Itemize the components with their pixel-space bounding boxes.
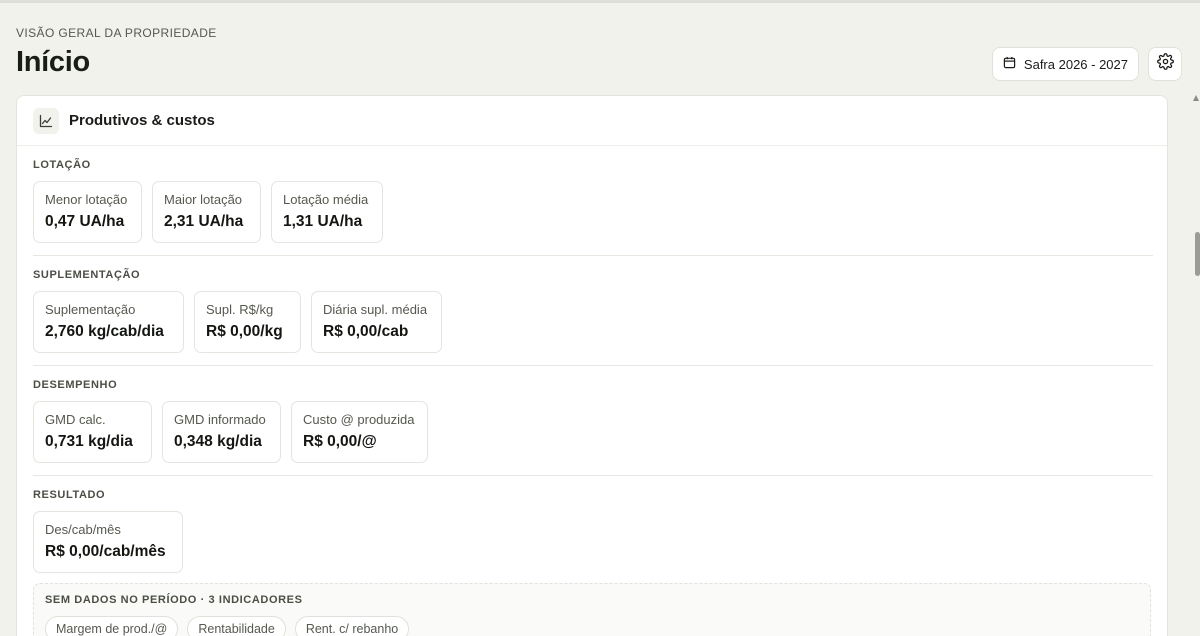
page-header: VISÃO GERAL DA PROPRIEDADE Início: [16, 26, 217, 79]
metric-value: 2,31 UA/ha: [164, 213, 244, 230]
no-data-label: SEM DADOS NO PERÍODO · 3 INDICADORES: [45, 594, 303, 606]
metric-label: GMD informado: [174, 412, 266, 427]
top-divider: [0, 0, 1200, 3]
metric-label: Suplementação: [45, 302, 136, 317]
metric-tile: Des/cab/mês R$ 0,00/cab/mês: [33, 511, 183, 573]
metric-label: Des/cab/mês: [45, 522, 121, 537]
page-scrollbar[interactable]: [1192, 95, 1200, 636]
metric-label: Lotação média: [283, 192, 369, 207]
calendar-icon: [1003, 56, 1016, 72]
productive-costs-card: Produtivos & custos LOTAÇÃO Menor lotaçã…: [16, 95, 1168, 636]
metric-value: 0,348 kg/dia: [174, 433, 262, 450]
section-label: RESULTADO: [33, 489, 106, 501]
app-window: VISÃO GERAL DA PROPRIEDADE Início Safra …: [0, 0, 1200, 636]
metric-value: R$ 0,00/@: [303, 433, 377, 450]
section-label: DESEMPENHO: [33, 379, 118, 391]
indicator-chips: Margem de prod./@ Rentabilidade Rent. c/…: [45, 616, 1139, 636]
metric-value: R$ 0,00/kg: [206, 323, 283, 340]
metric-label: Custo @ produzida: [303, 412, 415, 427]
metric-tile: Suplementação 2,760 kg/cab/dia: [33, 291, 184, 353]
metric-value: 1,31 UA/ha: [283, 213, 363, 230]
section-suplementacao: SUPLEMENTAÇÃO Suplementação 2,760 kg/cab…: [17, 256, 1167, 366]
season-selector-button[interactable]: Safra 2026 - 2027: [991, 47, 1139, 81]
card-title: Produtivos & custos: [69, 112, 215, 129]
no-data-panel: SEM DADOS NO PERÍODO · 3 INDICADORES Mar…: [33, 583, 1151, 636]
scroll-up-arrow-icon[interactable]: [1193, 95, 1199, 101]
header-actions: Safra 2026 - 2027: [991, 47, 1182, 81]
metric-tile: Diária supl. média R$ 0,00/cab: [311, 291, 442, 353]
metric-tile: Maior lotação 2,31 UA/ha: [152, 181, 261, 243]
gear-icon: [1156, 53, 1174, 75]
season-label: Safra 2026 - 2027: [1023, 56, 1128, 72]
metric-value: R$ 0,00/cab/mês: [45, 543, 166, 560]
settings-button[interactable]: [1148, 47, 1182, 81]
metric-label: Maior lotação: [164, 192, 243, 207]
scroll-thumb[interactable]: [1195, 232, 1200, 276]
page-title: Início: [16, 46, 90, 78]
section-label: LOTAÇÃO: [33, 159, 91, 171]
metric-tile: GMD informado 0,348 kg/dia: [162, 401, 281, 463]
metric-tile: Menor lotação 0,47 UA/ha: [33, 181, 142, 243]
metric-label: Menor lotação: [45, 192, 128, 207]
section-desempenho: DESEMPENHO GMD calc. 0,731 kg/dia GMD in…: [17, 366, 1167, 476]
card-header: Produtivos & custos: [17, 96, 1167, 146]
metric-label: Diária supl. média: [323, 302, 428, 317]
indicator-chip[interactable]: Rentabilidade: [187, 616, 286, 636]
section-label: SUPLEMENTAÇÃO: [33, 269, 141, 281]
metric-value: 2,760 kg/cab/dia: [45, 323, 164, 340]
metric-value: R$ 0,00/cab: [323, 323, 409, 340]
metric-value: 0,47 UA/ha: [45, 213, 125, 230]
page-eyebrow: VISÃO GERAL DA PROPRIEDADE: [16, 26, 217, 40]
section-lotacao: LOTAÇÃO Menor lotação 0,47 UA/ha Maior l…: [17, 146, 1167, 256]
indicator-chip[interactable]: Rent. c/ rebanho: [294, 616, 410, 636]
metric-label: Supl. R$/kg: [206, 302, 274, 317]
metric-label: GMD calc.: [45, 412, 106, 427]
section-resultado: RESULTADO Des/cab/mês R$ 0,00/cab/mês: [17, 476, 1167, 573]
line-chart-icon: [33, 107, 59, 134]
metric-tile: Supl. R$/kg R$ 0,00/kg: [194, 291, 301, 353]
metric-tile: GMD calc. 0,731 kg/dia: [33, 401, 152, 463]
metric-tile: Custo @ produzida R$ 0,00/@: [291, 401, 428, 463]
metric-value: 0,731 kg/dia: [45, 433, 133, 450]
indicator-chip[interactable]: Margem de prod./@: [45, 616, 179, 636]
metric-tile: Lotação média 1,31 UA/ha: [271, 181, 383, 243]
